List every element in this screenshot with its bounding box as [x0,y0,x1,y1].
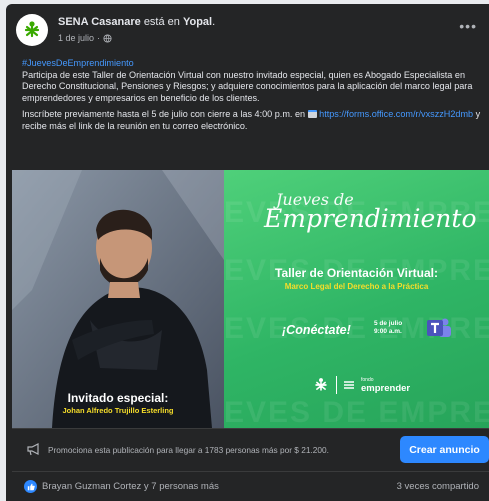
location-name[interactable]: Yopal [183,16,212,28]
banner-date-day: 5 de julio [374,320,403,327]
shares-count[interactable]: 3 veces compartido [397,481,479,492]
sena-fondo-emprender-logo: fondo emprender [312,376,410,394]
banner-date: 5 de julio 9:00 a.m. [374,320,402,336]
author-line: SENA Casanare está en Yopal. [58,16,216,28]
banner-workshop-title: Taller de Orientación Virtual: [275,266,438,280]
banner-date-time: 9:00 a.m. [374,328,402,335]
banner-workshop-subtitle: Marco Legal del Derecho a la Práctica [284,282,429,291]
banner-connect: ¡Conéctate! [282,323,351,337]
teams-icon [427,318,451,337]
thumbs-up-icon [27,483,35,490]
promotion-bar: Promociona esta publicación para llegar … [12,428,489,471]
fondo-emprender-icon [344,381,354,389]
post-date[interactable]: 1 de julio [58,33,94,43]
more-icon[interactable]: ••• [459,18,477,34]
megaphone-icon [27,443,39,456]
post-paragraph-1: Participa de este Taller de Orientación … [22,69,473,103]
watermark-4: EVES DE EMPREN [224,396,489,428]
globe-icon [103,33,112,43]
event-banner-image[interactable]: Invitado especial: Johan Alfredo Trujill… [12,170,489,428]
sena-logo-icon [24,21,40,38]
event-panel: EVES DE EMPREN EVES DE EMPREN EVES DE EM… [224,170,489,428]
post-header: SENA Casanare está en Yopal. 1 de julio … [16,12,479,52]
guest-name: Johan Alfredo Trujillo Esterling [62,406,174,415]
location-prefix: está en [143,16,180,28]
guest-photo: Invitado especial: Johan Alfredo Trujill… [12,170,224,428]
paragraph-2-prefix: Inscríbete previamente hasta el 5 de jul… [22,109,306,120]
reactions-bar: Brayan Guzman Cortez y 7 personas más 3 … [12,471,489,501]
author-name[interactable]: SENA Casanare [58,16,141,28]
guest-silhouette [12,170,224,428]
post-paragraph-2: Inscríbete previamente hasta el 5 de jul… [22,109,482,132]
logo-emprender: emprender [361,382,411,394]
post-card: SENA Casanare está en Yopal. 1 de julio … [6,4,489,501]
post-text: #JuevesDeEmprendimiento Participa de est… [22,58,482,138]
banner-emprendimiento: Emprendimiento [264,204,477,233]
form-link[interactable]: https://forms.office.com/r/vxszzH2dmb [319,109,473,119]
post-meta: 1 de julio · [58,33,112,43]
promotion-text: Promociona esta publicación para llegar … [48,445,329,455]
reactors-text[interactable]: Brayan Guzman Cortez y 7 personas más [42,481,219,492]
create-ad-button[interactable]: Crear anuncio [400,436,489,463]
hashtag-link[interactable]: #JuevesDeEmprendimiento [22,58,134,68]
guest-label: Invitado especial: [67,391,169,405]
calendar-icon [307,110,317,119]
sena-logo-icon [315,378,327,391]
page-avatar[interactable] [16,14,48,46]
like-icon[interactable] [24,480,37,493]
